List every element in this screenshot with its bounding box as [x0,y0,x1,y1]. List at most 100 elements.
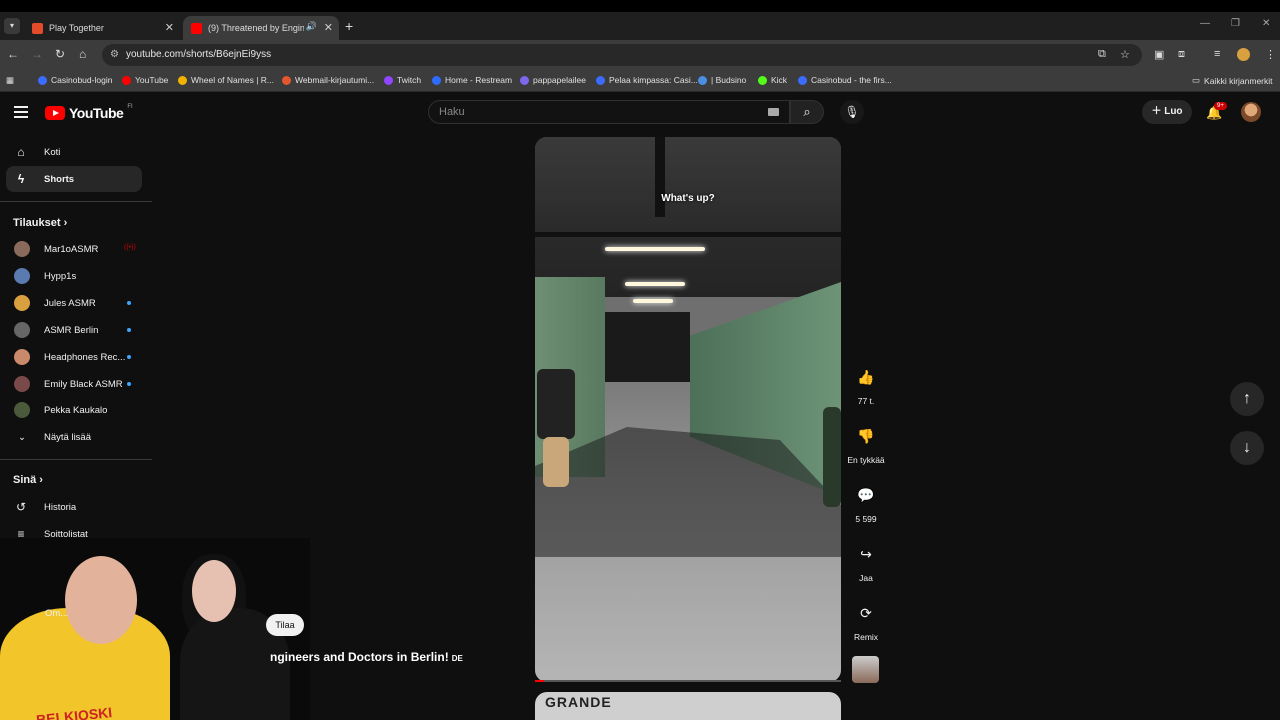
dislike-button[interactable]: 👎 En tykkää [846,422,886,465]
bookmark-label: Wheel of Names | R... [191,75,274,85]
new-content-dot [127,301,131,305]
apps-icon[interactable]: ▦ [6,75,14,86]
video-progress-bar[interactable] [535,680,841,682]
comments-button[interactable]: 💬 5 599 [846,481,886,524]
shorts-icon: ϟ [17,172,25,186]
remix-button[interactable]: ⟳ Remix [846,599,886,642]
webcam-overlay: BELKIOSKI [0,538,310,720]
subscriptions-heading[interactable]: Tilaukset › [13,217,67,229]
bookmark-item[interactable]: YouTube [122,75,168,85]
sidebar-item-label: Shorts [44,173,75,185]
subscription-item[interactable]: Mar1oASMR ((•)) [14,238,144,260]
like-button[interactable]: 👍 77 t. [846,363,886,406]
next-short-text: GRANDE [545,694,612,710]
tab-play-together[interactable]: Play Together ✕ [24,16,180,40]
next-short-button[interactable]: ↓ [1230,431,1264,465]
you-heading[interactable]: Sinä › [13,474,43,486]
sound-thumbnail[interactable] [852,656,879,683]
next-short-preview[interactable]: GRANDE [535,692,841,720]
reload-icon[interactable]: ↻ [55,47,65,61]
avatar[interactable] [1241,102,1261,122]
create-button[interactable]: ＋ Luo [1142,100,1192,124]
profile-icon[interactable] [1237,48,1250,61]
video-caption: What's up? [661,193,715,204]
minimize-icon[interactable]: — [1200,18,1210,29]
subscription-item[interactable]: Hypp1s [14,265,144,287]
subscription-item[interactable]: Pekka Kaukalo [14,399,144,421]
bookmark-icon [122,75,131,85]
bookmark-item[interactable]: Twitch [384,75,421,85]
extensions-icon[interactable]: ⧈ [1178,48,1185,61]
subscription-item[interactable]: ASMR Berlin [14,319,144,341]
search-button[interactable]: ⌕ [790,100,824,124]
site-info-icon[interactable]: ⚙ [110,44,119,66]
bookmark-item[interactable]: Casinobud - the firs... [798,75,892,85]
sidebar-partial-item: Om... [45,608,69,619]
close-tab-icon[interactable]: ✕ [324,21,333,34]
sidebar-item-historia[interactable]: ↺ Historia [6,494,142,520]
keyboard-icon[interactable] [768,108,779,116]
sidebar-item-shorts[interactable]: ϟ Shorts [6,166,142,192]
bookmark-icon [798,75,807,85]
subscription-item[interactable]: Headphones Rec... [14,346,144,368]
voice-search-button[interactable]: 🎙 [840,100,864,124]
chevron-right-icon: › [39,474,43,486]
new-tab-button[interactable]: + [345,18,353,34]
show-more-button[interactable]: ⌄ Näytä lisää [14,426,144,448]
remix-label: Remix [853,632,879,642]
bookmark-item[interactable]: Casinobud-login [38,75,112,85]
bookmark-item[interactable]: pappapelailee [520,75,586,85]
short-title[interactable]: ngineers and Doctors in Berlin! DE [270,650,463,664]
tab-threatened[interactable]: (9) Threatened by Engineer 🔊 ✕ [183,16,339,40]
bookmark-label: Pelaa kimpassa: Casi... [609,75,698,85]
subscribe-button[interactable]: Tilaa [266,614,304,636]
close-window-icon[interactable]: ✕ [1262,18,1270,29]
short-video-player[interactable]: What's up? [535,137,841,682]
youtube-logo[interactable]: YouTube FI [45,104,133,121]
bookmark-label: Home - Restream [445,75,513,85]
maximize-icon[interactable]: ❐ [1231,18,1240,29]
bookmarks-bar: ▦ Casinobud-login YouTube Wheel of Names… [0,70,1280,92]
menu-icon[interactable]: ⋮ [1265,48,1276,61]
back-icon[interactable]: ← [7,47,19,61]
bookmark-item[interactable]: Webmail-kirjautumi... [282,75,374,85]
arrow-up-icon: ↑ [1243,390,1251,407]
subscriptions-heading-label: Tilaukset [13,217,61,229]
bookmark-label: Casinobud - the firs... [811,75,892,85]
country-code: FI [127,104,133,110]
bookmark-item[interactable]: Wheel of Names | R... [178,75,274,85]
url-field[interactable]: ⚙ youtube.com/shorts/B6ejnEi9yss [102,44,1142,66]
bookmark-item[interactable]: Kick [758,75,787,85]
mic-icon: 🎙 [844,105,860,119]
all-bookmarks[interactable]: ▭ Kaikki kirjanmerkit [1192,75,1273,86]
arrow-down-icon: ↓ [1243,439,1251,456]
bookmark-item[interactable]: Home - Restream [432,75,512,85]
tab-search-icon[interactable]: ▾ [4,18,20,34]
chevron-down-icon: ⌄ [18,431,26,443]
previous-short-button[interactable]: ↑ [1230,382,1264,416]
bookmark-label: Webmail-kirjautumi... [295,75,375,85]
hamburger-menu-icon[interactable] [14,106,28,121]
channel-name: Hypp1s [44,270,77,282]
bookmark-icon [596,75,605,85]
bookmark-label: Casinobud-login [51,75,113,85]
share-button[interactable]: ↪ Jaa [846,540,886,583]
bookmark-star-icon[interactable]: ☆ [1120,48,1130,61]
channel-name: Emily Black ASMR [44,378,123,390]
subscription-item[interactable]: Emily Black ASMR [14,373,144,395]
home-icon[interactable]: ⌂ [79,47,86,61]
install-app-icon[interactable]: ⧉ [1098,48,1106,61]
close-tab-icon[interactable]: ✕ [165,21,174,34]
media-icon[interactable]: ▣ [1154,48,1164,61]
you-heading-label: Sinä [13,474,37,486]
bookmark-item[interactable]: | Budsino [698,75,746,85]
reading-list-icon[interactable]: ≡ [1214,48,1220,60]
speaker-icon[interactable]: 🔊 [306,21,317,32]
forward-icon[interactable]: → [31,47,43,61]
bookmark-item[interactable]: Pelaa kimpassa: Casi... [596,75,698,85]
search-input[interactable]: Haku [428,100,790,124]
video-person [823,407,841,507]
subscription-item[interactable]: Jules ASMR [14,292,144,314]
video-beam [655,137,665,217]
sidebar-item-koti[interactable]: ⌂ Koti [6,139,142,165]
